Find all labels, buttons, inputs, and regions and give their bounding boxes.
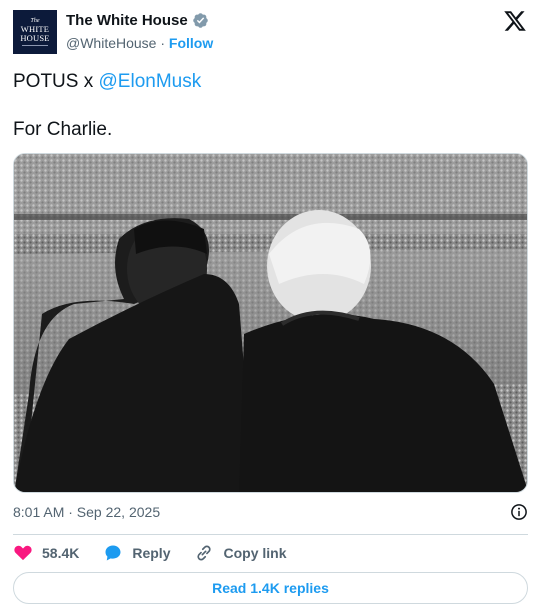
separator: · (160, 35, 166, 51)
verified-badge-icon (192, 13, 208, 28)
reply-label: Reply (132, 545, 171, 561)
photo-two-men-stadium-icon (14, 154, 527, 492)
author-handle[interactable]: @WhiteHouse (66, 35, 156, 51)
post-text-line-2: For Charlie. (13, 119, 113, 140)
heart-icon (14, 545, 32, 561)
follow-button[interactable]: Follow (169, 35, 213, 51)
author-handle-row: @WhiteHouse · Follow (66, 35, 213, 51)
mention-link[interactable]: @ElonMusk (99, 71, 202, 92)
post-text-line-1: POTUS x @ElonMusk (13, 71, 201, 93)
divider (13, 534, 528, 535)
reply-bubble-icon (105, 545, 121, 561)
info-icon[interactable] (510, 503, 528, 521)
post-card: The WHITE HOUSE The White House @WhiteHo… (0, 0, 541, 615)
post-text-prefix: POTUS x (13, 71, 99, 92)
like-count: 58.4K (42, 545, 80, 561)
avatar[interactable]: The WHITE HOUSE (13, 10, 57, 54)
avatar-rule (22, 45, 48, 46)
link-icon (197, 545, 212, 561)
author-name[interactable]: The White House (66, 12, 188, 29)
post-timestamp[interactable]: 8:01 AM · Sep 22, 2025 (13, 504, 160, 520)
read-replies-button[interactable]: Read 1.4K replies (13, 572, 528, 604)
copy-link-label: Copy link (223, 545, 287, 561)
x-logo-icon[interactable] (503, 9, 527, 33)
action-bar: 58.4K Reply Copy link (13, 541, 287, 565)
avatar-line-3: HOUSE (20, 33, 50, 43)
author-name-row: The White House (66, 12, 209, 29)
copy-link-button[interactable]: Copy link (194, 543, 287, 563)
post-photo[interactable] (13, 153, 528, 493)
like-button[interactable]: 58.4K (13, 543, 79, 563)
reply-button[interactable]: Reply (103, 543, 170, 563)
